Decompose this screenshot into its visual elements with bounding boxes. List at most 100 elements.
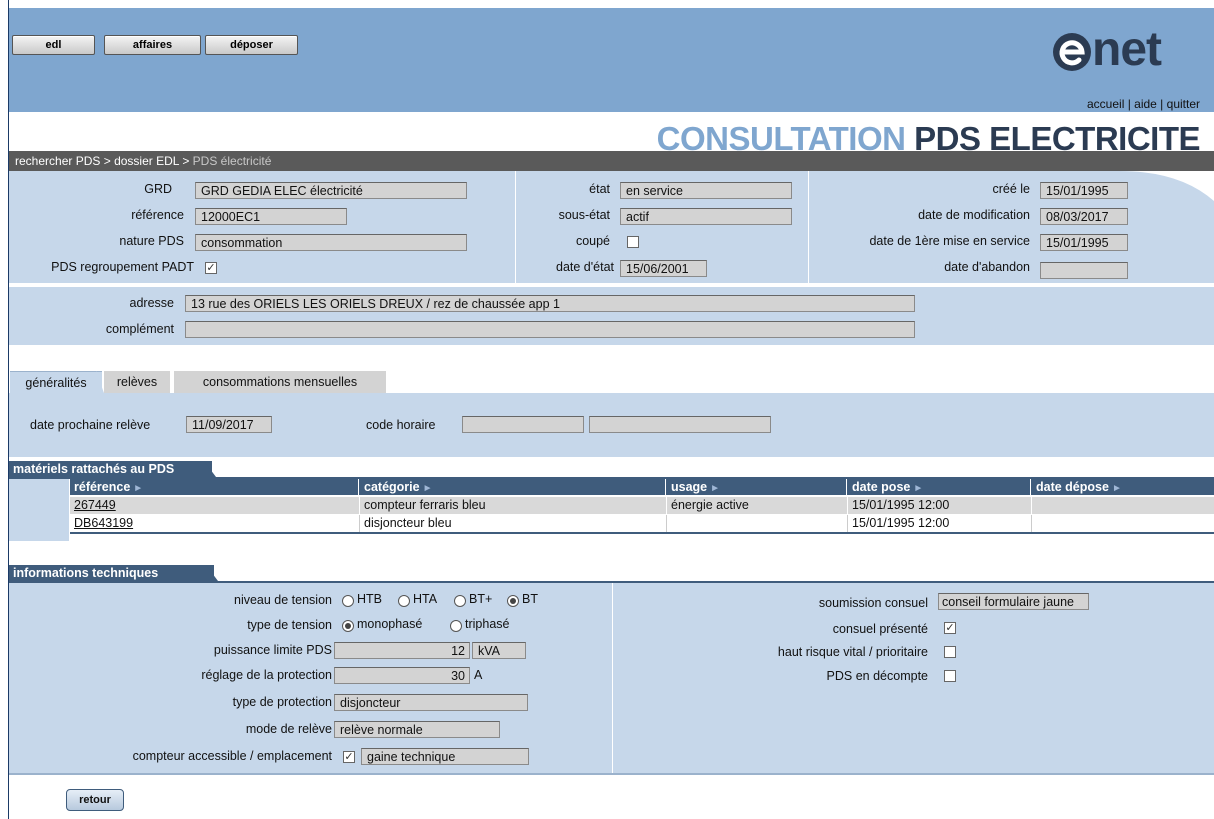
column-header-label: date dépose	[1036, 480, 1109, 494]
sort-icon: ►	[913, 483, 924, 494]
sous-etat-label: sous-état	[558, 208, 610, 222]
cell-date-depose	[1032, 497, 1214, 514]
date-abandon-label: date d'abandon	[944, 260, 1030, 274]
compteur-accessible-label: compteur accessible / emplacement	[132, 749, 332, 763]
grd-field: GRD GEDIA ELEC électricité	[195, 182, 467, 199]
coupe-checkbox[interactable]	[627, 236, 639, 248]
column-header-usage[interactable]: usage ►	[667, 479, 847, 495]
radio-monophase-label: monophasé	[357, 617, 423, 631]
type-tension-radio-group: monophasé triphasé	[340, 617, 560, 635]
reference-link[interactable]: DB643199	[74, 516, 133, 530]
complement-field	[185, 321, 915, 338]
complement-label: complément	[105, 322, 174, 336]
date-prochaine-releve-label: date prochaine relève	[30, 418, 151, 432]
date-abandon-field	[1040, 262, 1128, 279]
date-etat-label: date d'état	[556, 260, 614, 274]
code-horaire-label: code horaire	[366, 418, 436, 432]
column-header-date-depose[interactable]: date dépose ►	[1032, 479, 1214, 495]
radio-triphase[interactable]	[450, 620, 462, 632]
type-protection-label: type de protection	[232, 695, 332, 709]
soumission-consuel-field: conseil formulaire jaune	[938, 593, 1089, 610]
radio-htb[interactable]	[342, 595, 354, 607]
sort-icon: ►	[133, 483, 144, 494]
tab-consommations-mensuelles[interactable]: consommations mensuelles	[174, 371, 386, 393]
header-edge	[206, 565, 218, 581]
breadcrumb-dossier[interactable]: dossier EDL	[114, 154, 179, 168]
column-divider	[612, 583, 613, 773]
reference-link[interactable]: 267449	[74, 498, 116, 512]
pds-decompte-checkbox[interactable]	[944, 670, 956, 682]
tab-releves[interactable]: relèves	[104, 371, 170, 393]
column-divider	[515, 171, 516, 283]
adresse-field: 13 rue des ORIELS LES ORIELS DREUX / rez…	[185, 295, 915, 312]
niveau-tension-label: niveau de tension	[234, 593, 332, 607]
date-modification-label: date de modification	[918, 208, 1030, 222]
link-separator: |	[1156, 97, 1167, 111]
retour-button[interactable]: retour	[66, 789, 124, 811]
consuel-presente-label: consuel présenté	[832, 622, 928, 636]
radio-monophase[interactable]	[342, 620, 354, 632]
table-header-row: référence ► catégorie ► usage ► date pose ► …	[70, 479, 1214, 495]
radio-triphase-label: triphasé	[465, 617, 510, 631]
pds-decompte-label: PDS en décompte	[826, 669, 928, 683]
cree-le-field: 15/01/1995	[1040, 182, 1128, 199]
breadcrumb-rechercher[interactable]: rechercher PDS	[15, 154, 100, 168]
reglage-protection-label: réglage de la protection	[201, 668, 332, 682]
breadcrumb-separator: >	[100, 154, 115, 168]
mode-releve-field: relève normale	[334, 721, 500, 738]
table-row-gutter	[9, 479, 69, 541]
radio-hta[interactable]	[398, 595, 410, 607]
padt-checkbox[interactable]: ✓	[205, 262, 217, 274]
accueil-link[interactable]: accueil	[1087, 97, 1124, 111]
table-row[interactable]: DB643199 disjoncteur bleu 15/01/1995 12:…	[70, 515, 1214, 534]
cell-usage	[667, 515, 848, 532]
logo-text: net	[1092, 23, 1162, 76]
quitter-link[interactable]: quitter	[1167, 97, 1200, 111]
radio-bt[interactable]	[507, 595, 519, 607]
cell-usage: énergie active	[667, 497, 848, 514]
breadcrumb-separator: >	[178, 154, 193, 168]
column-header-label: usage	[671, 480, 708, 494]
type-protection-field: disjoncteur	[334, 694, 528, 711]
page: edl affaires déposer net accueil | aide …	[0, 0, 1214, 819]
grd-label: GRD	[144, 182, 172, 196]
compteur-accessible-checkbox[interactable]: ✓	[343, 751, 355, 763]
header-edge	[204, 461, 216, 477]
cell-reference[interactable]: DB643199	[70, 515, 360, 532]
consuel-presente-checkbox[interactable]: ✓	[944, 622, 956, 634]
column-header-label: catégorie	[364, 480, 420, 494]
column-header-label: référence	[74, 480, 131, 494]
nav-affaires-button[interactable]: affaires	[104, 35, 201, 55]
top-links: accueil | aide | quitter	[1087, 97, 1200, 111]
column-header-categorie[interactable]: catégorie ►	[360, 479, 666, 495]
nav-edl-button[interactable]: edl	[12, 35, 95, 55]
radio-btplus-label: BT+	[469, 592, 493, 606]
column-header-reference[interactable]: référence ►	[70, 479, 359, 495]
cell-reference[interactable]: 267449	[70, 497, 360, 514]
materiels-table: référence ► catégorie ► usage ► date pose ► …	[70, 479, 1214, 541]
tab-generalites[interactable]: généralités	[10, 371, 102, 394]
section-bottom-line	[9, 773, 1214, 775]
radio-btplus[interactable]	[454, 595, 466, 607]
nav-deposer-button[interactable]: déposer	[205, 35, 298, 55]
reglage-unit-label: A	[474, 668, 483, 682]
breadcrumb-current: PDS électricité	[192, 154, 272, 168]
column-header-label: date pose	[852, 480, 911, 494]
puissance-unit-field: kVA	[472, 642, 526, 659]
haut-risque-checkbox[interactable]	[944, 646, 956, 658]
table-row[interactable]: 267449 compteur ferraris bleu énergie ac…	[70, 497, 1214, 514]
tab-edge	[96, 371, 104, 393]
reference-label: référence	[131, 208, 184, 222]
aide-link[interactable]: aide	[1134, 97, 1157, 111]
enet-logo: net	[1050, 25, 1200, 80]
nature-pds-label: nature PDS	[119, 234, 184, 248]
sous-etat-field: actif	[620, 208, 792, 225]
adresse-label: adresse	[129, 296, 174, 310]
nature-pds-field: consommation	[195, 234, 467, 251]
radio-bt-label: BT	[522, 592, 538, 606]
emplacement-field: gaine technique	[361, 748, 529, 765]
column-header-date-pose[interactable]: date pose ►	[848, 479, 1031, 495]
cell-date-pose: 15/01/1995 12:00	[848, 497, 1032, 514]
cree-le-label: créé le	[992, 182, 1030, 196]
date-mise-en-service-field: 15/01/1995	[1040, 234, 1128, 251]
